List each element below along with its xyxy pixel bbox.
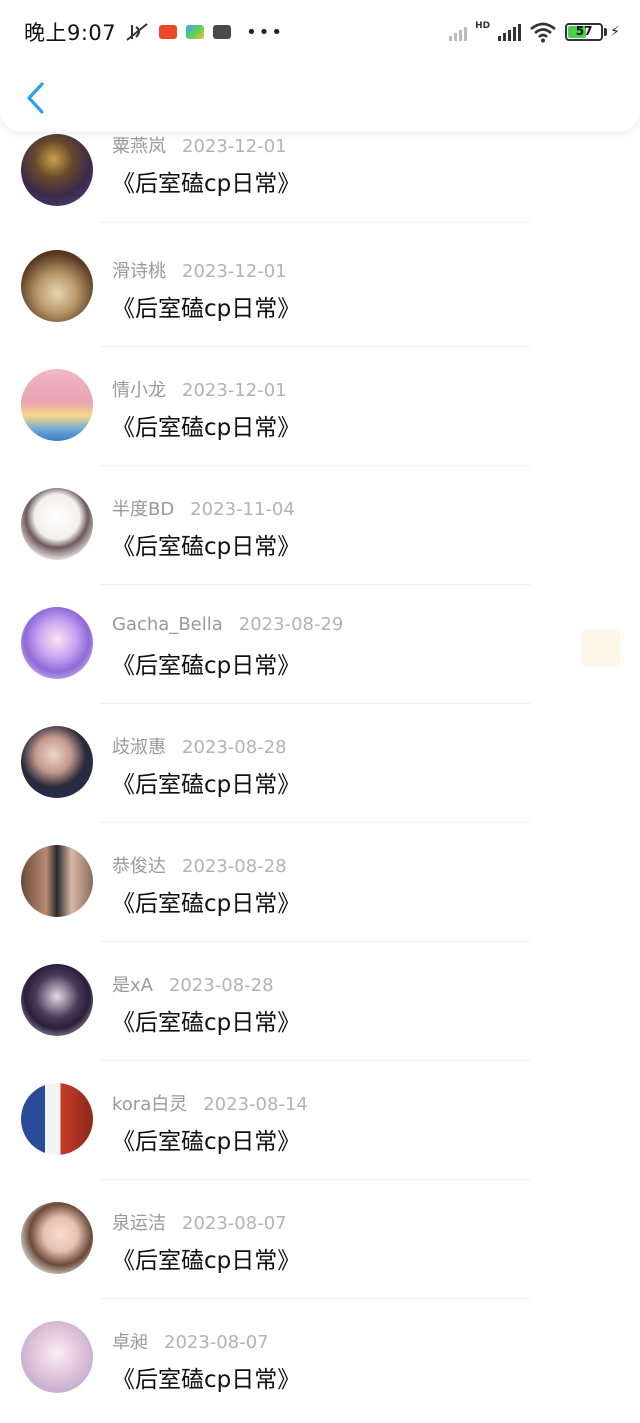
post-title[interactable]: 《后室磕cp日常》 xyxy=(112,1122,300,1156)
post-date: 2023-12-01 xyxy=(182,136,287,157)
post-date: 2023-08-14 xyxy=(203,1094,308,1115)
avatar[interactable] xyxy=(21,134,93,206)
author-name[interactable]: 是xA xyxy=(112,975,153,996)
floating-scroll-button[interactable] xyxy=(582,630,620,666)
status-notification-icons: ••• xyxy=(124,21,284,43)
status-system-icons: HD 57 ⚡ xyxy=(449,21,620,43)
avatar[interactable] xyxy=(21,1202,93,1274)
post-date: 2023-11-04 xyxy=(190,499,295,520)
divider xyxy=(100,703,530,704)
status-time: 晚上9:07 xyxy=(24,21,117,45)
divider xyxy=(100,346,530,347)
post-date: 2023-08-28 xyxy=(182,737,287,758)
post-title[interactable]: 《后室磕cp日常》 xyxy=(112,646,300,680)
author-name[interactable]: 粟燕岚 xyxy=(112,136,166,157)
author-name[interactable]: 恭俊达 xyxy=(112,856,166,877)
divider xyxy=(100,941,530,942)
avatar[interactable] xyxy=(21,964,93,1036)
list-item[interactable]: Gacha_Bella 2023-08-29 《后室磕cp日常》 xyxy=(0,590,640,709)
post-date: 2023-08-29 xyxy=(238,614,344,635)
post-date: 2023-08-28 xyxy=(182,856,287,877)
status-bar: 晚上9:07 ••• HD 57 ⚡ xyxy=(24,14,620,50)
avatar[interactable] xyxy=(21,726,93,798)
media-notification-icon xyxy=(213,25,232,39)
avatar[interactable] xyxy=(21,607,93,679)
list-item[interactable]: 歧淑惠 2023-08-28 《后室磕cp日常》 xyxy=(0,709,640,828)
wifi-icon xyxy=(530,22,556,43)
chevron-left-icon[interactable] xyxy=(22,80,52,116)
post-title[interactable]: 《后室磕cp日常》 xyxy=(112,1241,300,1275)
avatar[interactable] xyxy=(21,369,93,441)
gallery-notification-icon xyxy=(186,25,205,39)
author-name[interactable]: 半度BD xyxy=(112,499,174,520)
post-title[interactable]: 《后室磕cp日常》 xyxy=(112,884,300,918)
divider xyxy=(100,1060,530,1061)
list-item[interactable]: 恭俊达 2023-08-28 《后室磕cp日常》 xyxy=(0,828,640,947)
post-date: 2023-08-28 xyxy=(168,975,274,996)
post-title[interactable]: 《后室磕cp日常》 xyxy=(112,765,300,799)
post-title[interactable]: 《后室磕cp日常》 xyxy=(112,289,300,323)
post-date: 2023-08-07 xyxy=(182,1213,287,1234)
author-name[interactable]: Gacha_Bella xyxy=(112,614,223,635)
post-date: 2023-12-01 xyxy=(182,380,287,401)
battery-level: 57 xyxy=(575,24,593,38)
post-title[interactable]: 《后室磕cp日常》 xyxy=(112,1360,300,1394)
divider xyxy=(100,1179,530,1180)
post-date: 2023-12-01 xyxy=(182,261,287,282)
author-name[interactable]: 卓昶 xyxy=(112,1332,148,1353)
more-notifications-icon: ••• xyxy=(246,21,285,43)
top-bar: 晚上9:07 ••• HD 57 ⚡ xyxy=(0,0,640,132)
divider xyxy=(100,584,530,585)
mute-icon xyxy=(126,23,148,41)
author-name[interactable]: 歧淑惠 xyxy=(112,737,166,758)
avatar[interactable] xyxy=(21,845,93,917)
post-title[interactable]: 《后室磕cp日常》 xyxy=(112,1003,300,1037)
hd-label: HD xyxy=(475,21,491,31)
post-title[interactable]: 《后室磕cp日常》 xyxy=(112,164,300,198)
charging-icon: ⚡ xyxy=(610,24,620,40)
divider xyxy=(100,1298,530,1299)
post-date: 2023-08-07 xyxy=(164,1332,269,1353)
divider xyxy=(100,222,530,223)
post-title[interactable]: 《后室磕cp日常》 xyxy=(112,527,300,561)
app-notification-icon xyxy=(159,25,178,39)
author-name[interactable]: kora白灵 xyxy=(112,1094,187,1115)
list-item[interactable]: 卓昶 2023-08-07 《后室磕cp日常》 xyxy=(0,1304,640,1423)
list-item[interactable]: 滑诗桃 2023-12-01 《后室磕cp日常》 xyxy=(0,233,640,352)
list-item[interactable]: 是xA 2023-08-28 《后室磕cp日常》 xyxy=(0,947,640,1066)
avatar[interactable] xyxy=(21,488,93,560)
divider xyxy=(100,822,530,823)
list-item[interactable]: kora白灵 2023-08-14 《后室磕cp日常》 xyxy=(0,1066,640,1185)
signal-sim1-icon xyxy=(498,23,522,41)
list-item[interactable]: 泉运洁 2023-08-07 《后室磕cp日常》 xyxy=(0,1185,640,1304)
signal-sim2-icon xyxy=(449,23,468,41)
author-name[interactable]: 泉运洁 xyxy=(112,1213,166,1234)
author-name[interactable]: 情小龙 xyxy=(112,380,166,401)
battery-icon: 57 ⚡ xyxy=(565,23,620,41)
divider xyxy=(100,465,530,466)
author-name[interactable]: 滑诗桃 xyxy=(112,261,166,282)
post-title[interactable]: 《后室磕cp日常》 xyxy=(112,408,300,442)
list-item[interactable]: 半度BD 2023-11-04 《后室磕cp日常》 xyxy=(0,471,640,590)
avatar[interactable] xyxy=(21,250,93,322)
avatar[interactable] xyxy=(21,1321,93,1393)
avatar[interactable] xyxy=(21,1083,93,1155)
list-item[interactable]: 情小龙 2023-12-01 《后室磕cp日常》 xyxy=(0,352,640,471)
